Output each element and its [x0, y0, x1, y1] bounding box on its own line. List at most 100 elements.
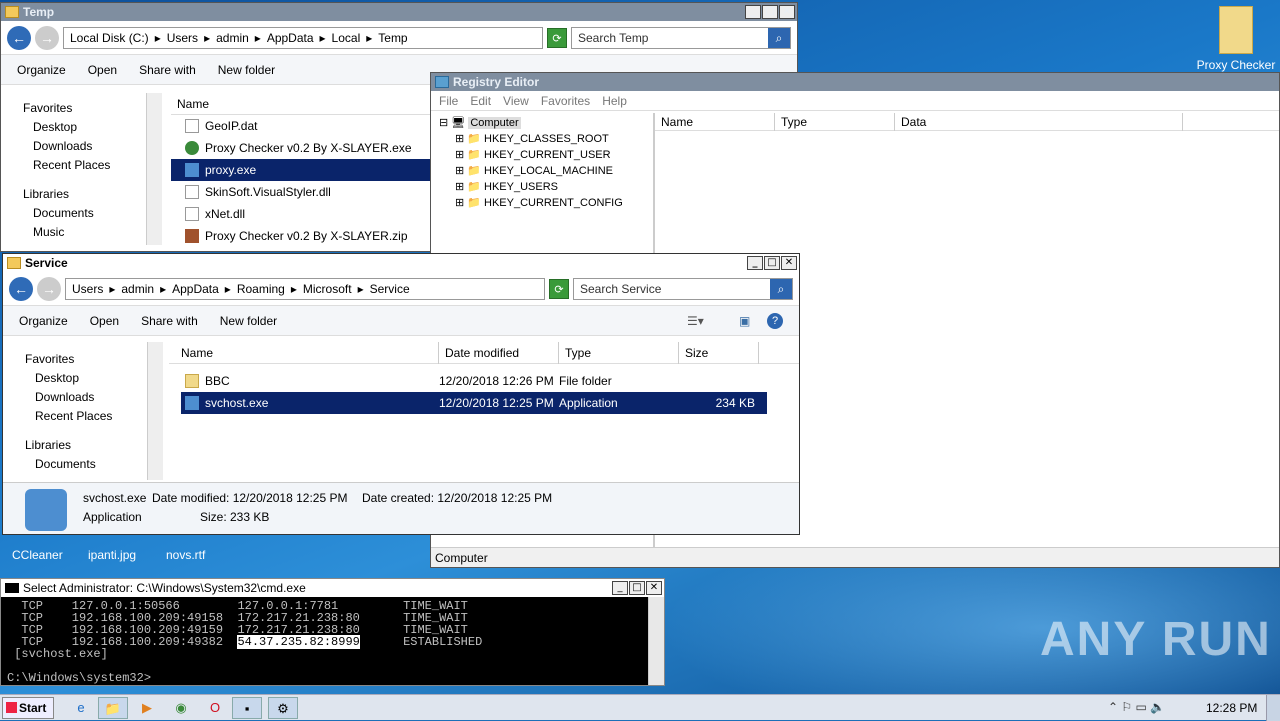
maximize-button[interactable]: □ [629, 581, 645, 595]
desktop-icon-ccleaner[interactable]: CCleaner [12, 548, 63, 562]
preview-pane-icon[interactable]: ▣ [739, 314, 750, 328]
refresh-button[interactable]: ⟳ [547, 27, 567, 48]
registry-title-bar[interactable]: Registry Editor [431, 73, 1279, 91]
nav-downloads[interactable]: Downloads [25, 388, 163, 407]
nav-recent[interactable]: Recent Places [25, 407, 163, 426]
nav-music[interactable]: Music [23, 223, 161, 242]
tree-hkcu[interactable]: ⊞ 📁 HKEY_CURRENT_USER [439, 147, 649, 163]
nav-recent[interactable]: Recent Places [23, 156, 161, 175]
service-explorer-window[interactable]: Service _ □ ✕ ← → Users ▸ admin ▸ AppData ▸ R… [2, 253, 800, 535]
service-title-bar[interactable]: Service _ □ ✕ [3, 254, 799, 272]
minimize-button[interactable]: _ [745, 5, 761, 19]
opera-icon[interactable]: O [200, 697, 230, 719]
nav-libraries[interactable]: Libraries [25, 436, 163, 455]
cmd-window[interactable]: Select Administrator: C:\Windows\System3… [0, 578, 665, 686]
column-type[interactable]: Type [559, 341, 679, 364]
menu-view[interactable]: View [503, 94, 529, 108]
chrome-icon[interactable]: ◉ [166, 697, 196, 719]
cmd-title-bar[interactable]: Select Administrator: C:\Windows\System3… [1, 579, 664, 597]
start-button[interactable]: Start [2, 697, 54, 719]
nav-libraries[interactable]: Libraries [23, 185, 161, 204]
close-button[interactable]: ✕ [646, 581, 662, 595]
nav-scrollbar[interactable] [146, 93, 162, 245]
new-folder-button[interactable]: New folder [220, 314, 277, 328]
maximize-button[interactable]: □ [762, 5, 778, 19]
file-row[interactable]: Proxy Checker v0.2 By X-SLAYER.zip [171, 225, 431, 247]
nav-downloads[interactable]: Downloads [23, 137, 161, 156]
view-options-icon[interactable]: ☰▾ [687, 314, 704, 328]
registry-tree[interactable]: ⊟ 🖥 Computer ⊞ 📁 HKEY_CLASSES_ROOT ⊞ 📁 H… [439, 115, 649, 211]
help-icon[interactable]: ? [767, 312, 783, 329]
search-icon[interactable]: ⌕ [768, 27, 790, 48]
organize-button[interactable]: Organize [19, 314, 68, 328]
tree-computer[interactable]: ⊟ 🖥 Computer [439, 115, 649, 131]
desktop-icon-proxy-checker[interactable]: Proxy Checker [1196, 6, 1276, 72]
back-button[interactable]: ← [7, 25, 31, 50]
ie-icon[interactable]: e [66, 697, 96, 719]
search-input[interactable]: Search Service ⌕ [573, 277, 793, 300]
share-with-button[interactable]: Share with [141, 314, 198, 328]
forward-button[interactable]: → [37, 276, 61, 301]
cmd-scrollbar[interactable] [648, 597, 664, 685]
column-name[interactable]: Name [169, 341, 439, 364]
open-button[interactable]: Open [90, 314, 119, 328]
tree-hku[interactable]: ⊞ 📁 HKEY_USERS [439, 179, 649, 195]
file-row[interactable]: proxy.exe [171, 159, 431, 181]
cmd-output[interactable]: TCP 127.0.0.1:50566 127.0.0.1:7781 TIME_… [1, 597, 664, 687]
temp-title-bar[interactable]: Temp _ □ ✕ [1, 3, 797, 21]
nav-favorites[interactable]: Favorites [25, 350, 163, 369]
selected-remote-address[interactable]: 54.37.235.82:8999 [237, 635, 360, 649]
menu-favorites[interactable]: Favorites [541, 94, 590, 108]
reg-column-name[interactable]: Name [655, 112, 775, 131]
file-row[interactable]: xNet.dll [171, 203, 431, 225]
maximize-button[interactable]: □ [764, 256, 780, 270]
minimize-button[interactable]: _ [612, 581, 628, 595]
close-button[interactable]: ✕ [781, 256, 797, 270]
file-row[interactable]: SkinSoft.VisualStyler.dll [171, 181, 431, 203]
navigation-pane[interactable]: Favorites Desktop Downloads Recent Place… [3, 346, 163, 480]
menu-file[interactable]: File [439, 94, 458, 108]
nav-favorites[interactable]: Favorites [23, 99, 161, 118]
forward-button[interactable]: → [35, 25, 59, 50]
explorer-icon[interactable]: 📁 [98, 697, 128, 719]
navigation-pane[interactable]: Favorites Desktop Downloads Recent Place… [1, 95, 161, 245]
new-folder-button[interactable]: New folder [218, 63, 275, 77]
nav-desktop[interactable]: Desktop [23, 118, 161, 137]
file-row[interactable]: Proxy Checker v0.2 By X-SLAYER.exe [171, 137, 431, 159]
organize-button[interactable]: Organize [17, 63, 66, 77]
close-button[interactable]: ✕ [779, 5, 795, 19]
show-desktop-button[interactable] [1266, 695, 1280, 721]
back-button[interactable]: ← [9, 276, 33, 301]
reg-column-type[interactable]: Type [775, 112, 895, 131]
minimize-button[interactable]: _ [747, 256, 763, 270]
media-player-icon[interactable]: ▶ [132, 697, 162, 719]
clock[interactable]: 12:28 PM [1206, 701, 1257, 715]
nav-desktop[interactable]: Desktop [25, 369, 163, 388]
breadcrumb[interactable]: Local Disk (C:) ▸ Users ▸ admin ▸ AppData ▸ … [63, 26, 543, 49]
tree-hkcc[interactable]: ⊞ 📁 HKEY_CURRENT_CONFIG [439, 195, 649, 211]
menu-edit[interactable]: Edit [470, 94, 491, 108]
search-input[interactable]: Search Temp ⌕ [571, 26, 791, 49]
desktop-icon-novs[interactable]: novs.rtf [166, 548, 205, 562]
file-row[interactable]: BBC 12/20/2018 12:26 PM File folder [169, 370, 755, 392]
column-name[interactable]: Name [171, 92, 431, 115]
column-date-modified[interactable]: Date modified [439, 341, 559, 364]
reg-column-data[interactable]: Data [895, 112, 1183, 131]
nav-documents[interactable]: Documents [25, 455, 163, 474]
refresh-button[interactable]: ⟳ [549, 278, 569, 299]
nav-scrollbar[interactable] [147, 342, 163, 480]
column-size[interactable]: Size [679, 341, 759, 364]
search-icon[interactable]: ⌕ [770, 278, 792, 299]
menu-help[interactable]: Help [602, 94, 627, 108]
open-button[interactable]: Open [88, 63, 117, 77]
regedit-taskbar-icon[interactable]: ⚙ [268, 697, 298, 719]
file-row[interactable]: svchost.exe 12/20/2018 12:25 PM Applicat… [181, 392, 767, 414]
file-row[interactable]: GeoIP.dat [171, 115, 431, 137]
tree-hklm[interactable]: ⊞ 📁 HKEY_LOCAL_MACHINE [439, 163, 649, 179]
breadcrumb[interactable]: Users ▸ admin ▸ AppData ▸ Roaming ▸ Microsof… [65, 277, 545, 300]
share-with-button[interactable]: Share with [139, 63, 196, 77]
tray-icons[interactable]: ⌃ ⚐ ▭ 🔈 [1108, 700, 1165, 714]
cmd-taskbar-icon[interactable]: ▪ [232, 697, 262, 719]
tree-hkcr[interactable]: ⊞ 📁 HKEY_CLASSES_ROOT [439, 131, 649, 147]
nav-documents[interactable]: Documents [23, 204, 161, 223]
